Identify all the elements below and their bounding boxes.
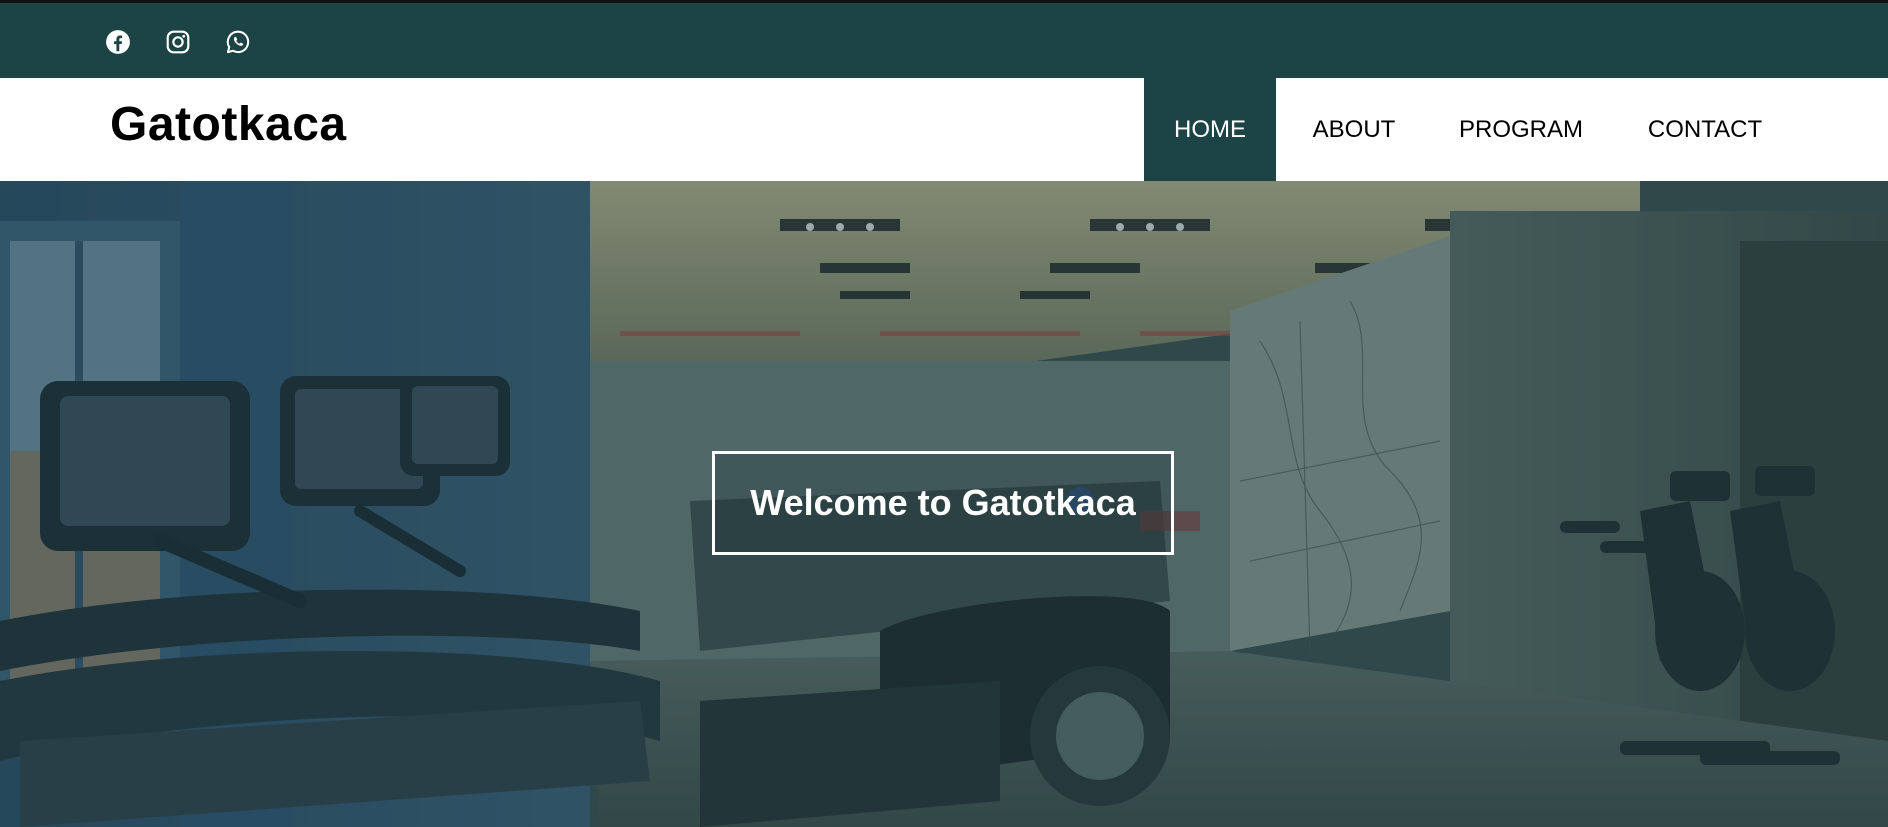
- nav-about[interactable]: ABOUT: [1276, 78, 1432, 181]
- facebook-icon[interactable]: [105, 29, 131, 55]
- nav-program[interactable]: PROGRAM: [1432, 78, 1610, 181]
- brand-logo-text[interactable]: Gatotkaca: [110, 97, 347, 152]
- hero-section: Welcome to Gatotkaca: [0, 181, 1888, 827]
- social-bar: [0, 3, 1888, 78]
- social-icons: [105, 29, 251, 55]
- hero-heading: Welcome to Gatotkaca: [750, 482, 1136, 523]
- main-nav: HOME ABOUT PROGRAM CONTACT: [1144, 78, 1800, 181]
- site-header: Gatotkaca HOME ABOUT PROGRAM CONTACT: [0, 78, 1888, 181]
- page: Gatotkaca HOME ABOUT PROGRAM CONTACT Wel…: [0, 0, 1888, 827]
- nav-contact[interactable]: CONTACT: [1610, 78, 1800, 181]
- whatsapp-icon[interactable]: [225, 29, 251, 55]
- welcome-banner: Welcome to Gatotkaca: [712, 451, 1174, 555]
- nav-home[interactable]: HOME: [1144, 78, 1276, 181]
- instagram-icon[interactable]: [165, 29, 191, 55]
